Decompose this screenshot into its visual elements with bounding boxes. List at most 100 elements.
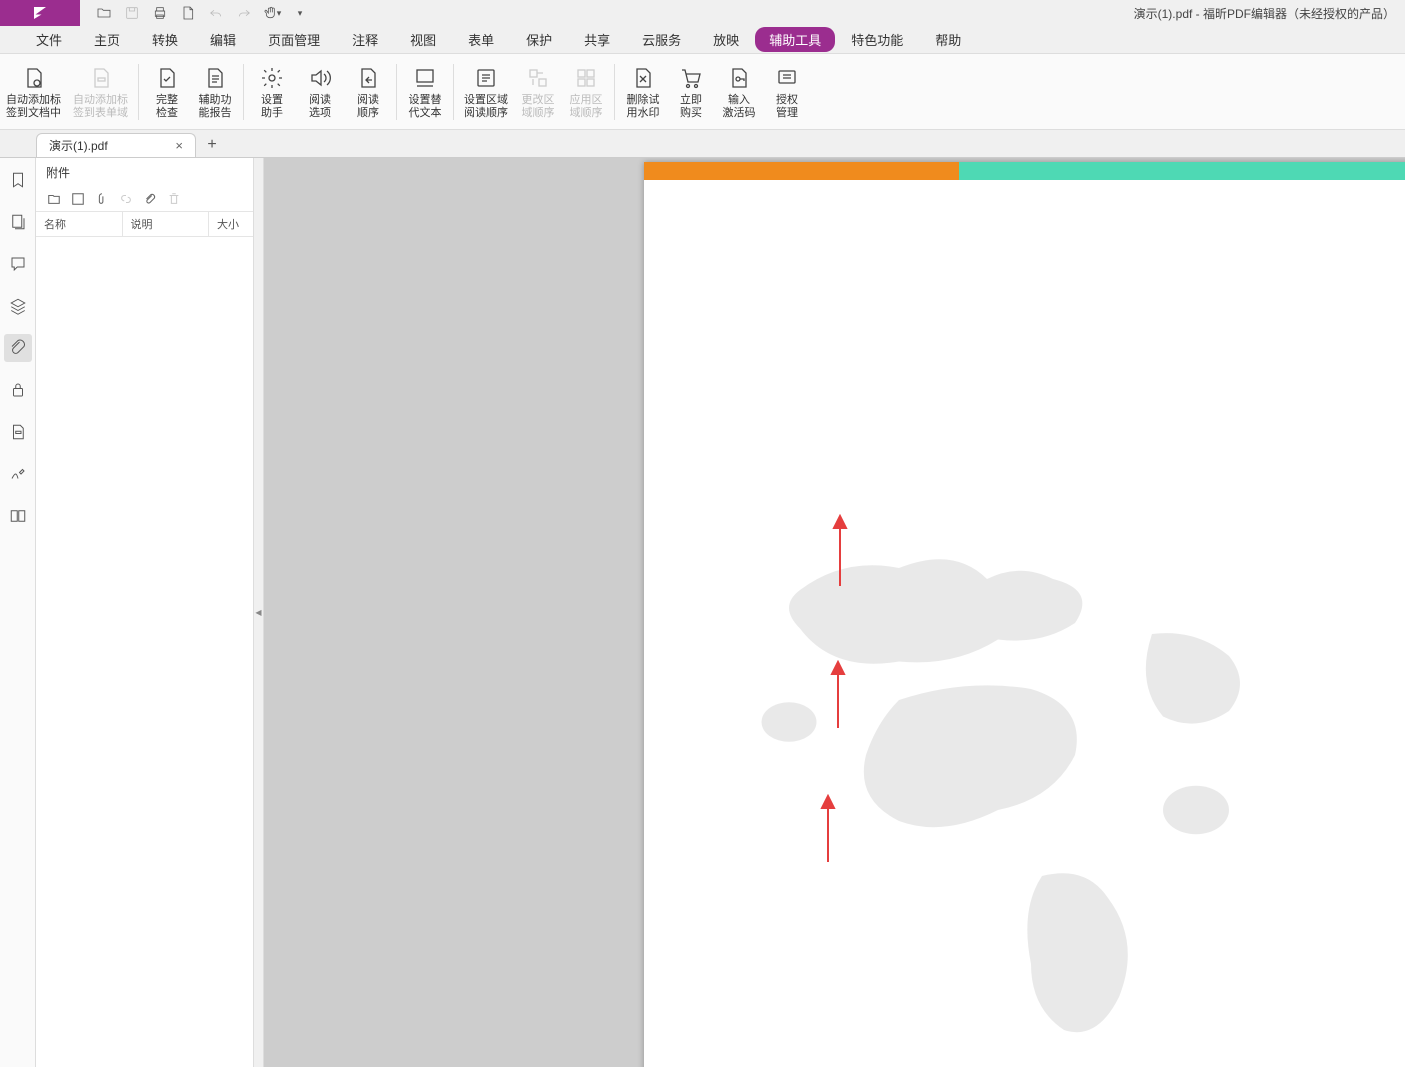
side-sign-icon[interactable] xyxy=(4,460,32,488)
menu-item-1[interactable]: 主页 xyxy=(78,25,136,54)
ribbon-label: 授权 管理 xyxy=(776,94,798,120)
ribbon-separator xyxy=(614,64,615,120)
ribbon-btn-remove-watermark[interactable]: 删除试 用水印 xyxy=(619,58,667,126)
panel-title: 附件 xyxy=(36,158,253,187)
ribbon-label: 删除试 用水印 xyxy=(627,94,660,120)
titlebar: ▾ ▾ 演示(1).pdf - 福昕PDF编辑器（未经授权的产品） xyxy=(0,0,1405,26)
ribbon-label: 设置 助手 xyxy=(261,94,283,120)
add-attachment-icon[interactable] xyxy=(94,191,110,207)
ribbon-btn-key[interactable]: 输入 激活码 xyxy=(715,58,763,126)
panel-body xyxy=(36,237,253,1067)
hand-icon[interactable]: ▾ xyxy=(258,1,286,25)
document-canvas[interactable]: PMS xyxy=(264,158,1405,1067)
delete-attachment-icon[interactable] xyxy=(166,191,182,207)
undo-icon[interactable] xyxy=(202,1,230,25)
side-form-icon[interactable] xyxy=(4,418,32,446)
menu-item-5[interactable]: 注释 xyxy=(336,25,394,54)
red-arrow-2 xyxy=(830,660,846,731)
document-tabs: 演示(1).pdf × + xyxy=(0,130,1405,158)
report-icon xyxy=(201,64,229,92)
ribbon-btn-sound[interactable]: 阅读 选项 xyxy=(296,58,344,126)
save-attachment-icon[interactable] xyxy=(70,191,86,207)
cart-icon xyxy=(677,64,705,92)
menu-item-0[interactable]: 文件 xyxy=(20,25,78,54)
key-icon xyxy=(725,64,753,92)
remove-watermark-icon xyxy=(629,64,657,92)
col-name[interactable]: 名称 xyxy=(36,212,123,236)
ribbon-separator xyxy=(243,64,244,120)
ribbon-label: 完整 检查 xyxy=(156,94,178,120)
menu-item-6[interactable]: 视图 xyxy=(394,25,452,54)
save-icon[interactable] xyxy=(118,1,146,25)
side-layers-icon[interactable] xyxy=(4,292,32,320)
side-compare-icon[interactable] xyxy=(4,502,32,530)
side-attachment-icon[interactable] xyxy=(4,334,32,362)
col-desc[interactable]: 说明 xyxy=(123,212,210,236)
side-pages-icon[interactable] xyxy=(4,208,32,236)
ribbon-btn-license[interactable]: 授权 管理 xyxy=(763,58,811,126)
main-area: 附件 名称 说明 大小 xyxy=(0,158,1405,1067)
ribbon-label: 阅读 选项 xyxy=(309,94,331,120)
ribbon-btn-doc-tag[interactable]: 自动添加标 签到文档中 xyxy=(0,58,67,126)
ribbon-separator xyxy=(453,64,454,120)
ribbon-label: 设置区域 阅读顺序 xyxy=(464,94,508,120)
menu-item-8[interactable]: 保护 xyxy=(510,25,568,54)
check-icon xyxy=(153,64,181,92)
menu-item-3[interactable]: 编辑 xyxy=(194,25,252,54)
menu-item-7[interactable]: 表单 xyxy=(452,25,510,54)
print-icon[interactable] xyxy=(146,1,174,25)
area-change-icon xyxy=(524,64,552,92)
ribbon-btn-area-read[interactable]: 设置区域 阅读顺序 xyxy=(458,58,514,126)
ribbon-label: 应用区 域顺序 xyxy=(570,94,603,120)
doc-tab-label: 演示(1).pdf xyxy=(49,137,108,154)
menu-item-2[interactable]: 转换 xyxy=(136,25,194,54)
newpage-icon[interactable] xyxy=(174,1,202,25)
ribbon-label: 设置替 代文本 xyxy=(409,94,442,120)
doc-tab[interactable]: 演示(1).pdf × xyxy=(36,133,196,157)
ribbon-btn-area-change: 更改区 域顺序 xyxy=(514,58,562,126)
customize-qat-icon[interactable]: ▾ xyxy=(286,1,314,25)
ribbon-btn-check[interactable]: 完整 检查 xyxy=(143,58,191,126)
pdf-page: PMS xyxy=(644,162,1405,1067)
area-apply-icon xyxy=(572,64,600,92)
menu-item-11[interactable]: 放映 xyxy=(697,25,755,54)
redo-icon[interactable] xyxy=(230,1,258,25)
open-attachment-icon[interactable] xyxy=(46,191,62,207)
attachments-panel: 附件 名称 说明 大小 xyxy=(36,158,254,1067)
side-bookmark-icon[interactable] xyxy=(4,166,32,194)
quick-access-toolbar: ▾ ▾ xyxy=(80,1,314,25)
open-icon[interactable] xyxy=(90,1,118,25)
paperclip-icon[interactable] xyxy=(142,191,158,207)
col-size[interactable]: 大小 xyxy=(209,212,253,236)
panel-collapse-handle[interactable] xyxy=(254,158,264,1067)
ribbon-label: 立即 购买 xyxy=(680,94,702,120)
page-header-orange xyxy=(644,162,959,180)
close-icon[interactable]: × xyxy=(171,138,187,153)
side-security-icon[interactable] xyxy=(4,376,32,404)
menu-item-4[interactable]: 页面管理 xyxy=(252,25,336,54)
ribbon-btn-gear[interactable]: 设置 助手 xyxy=(248,58,296,126)
menu-item-14[interactable]: 帮助 xyxy=(919,25,977,54)
ribbon-label: 输入 激活码 xyxy=(723,94,756,120)
menu-item-10[interactable]: 云服务 xyxy=(626,25,697,54)
side-comment-icon[interactable] xyxy=(4,250,32,278)
side-icon-bar xyxy=(0,158,36,1067)
app-logo[interactable] xyxy=(0,0,80,26)
new-tab-button[interactable]: + xyxy=(200,133,224,157)
page-header-teal xyxy=(959,162,1405,180)
ribbon-btn-order[interactable]: 阅读 顺序 xyxy=(344,58,392,126)
ribbon-btn-cart[interactable]: 立即 购买 xyxy=(667,58,715,126)
menu-item-9[interactable]: 共享 xyxy=(568,25,626,54)
ribbon: 自动添加标 签到文档中自动添加标 签到表单域完整 检查辅助功 能报告设置 助手阅… xyxy=(0,54,1405,130)
ribbon-btn-report[interactable]: 辅助功 能报告 xyxy=(191,58,239,126)
sound-icon xyxy=(306,64,334,92)
menu-item-13[interactable]: 特色功能 xyxy=(835,25,919,54)
area-read-icon xyxy=(472,64,500,92)
panel-toolbar xyxy=(36,187,253,212)
link-attachment-icon[interactable] xyxy=(118,191,134,207)
alt-text-icon xyxy=(411,64,439,92)
ribbon-btn-alt-text[interactable]: 设置替 代文本 xyxy=(401,58,449,126)
world-map-graphic xyxy=(734,502,1284,1052)
doc-tag-icon xyxy=(20,64,48,92)
menu-item-12[interactable]: 辅助工具 xyxy=(755,27,835,52)
